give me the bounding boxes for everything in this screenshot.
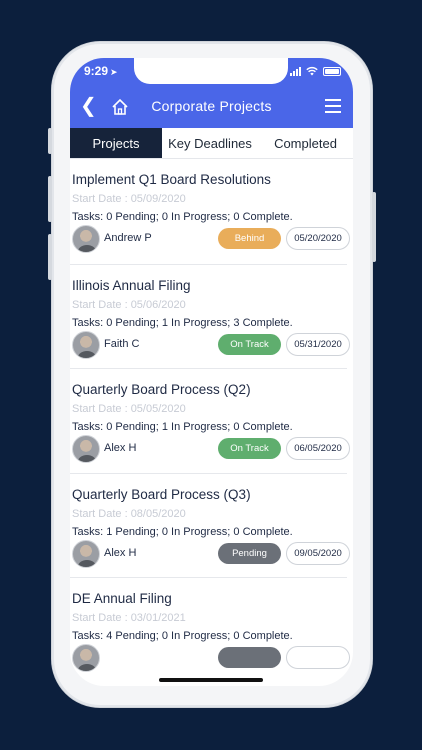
project-card[interactable]: Illinois Annual Filing Start Date : 05/0…	[70, 263, 350, 369]
due-date: 06/05/2020	[286, 437, 350, 460]
project-title: Quarterly Board Process (Q3)	[72, 486, 251, 502]
project-list: Implement Q1 Board Resolutions Start Dat…	[70, 159, 353, 682]
due-date	[286, 646, 350, 669]
due-date: 05/20/2020	[286, 227, 350, 250]
project-start-date: Start Date : 03/01/2021	[72, 612, 186, 624]
wifi-icon	[306, 66, 318, 76]
avatar	[72, 330, 100, 359]
project-meta: Alex H Pending 09/05/2020	[72, 539, 350, 568]
owner-name: Alex H	[104, 546, 137, 559]
status-badge	[218, 647, 281, 668]
project-tasks: Tasks: 4 Pending; 0 In Progress; 0 Compl…	[72, 630, 293, 642]
project-title: Implement Q1 Board Resolutions	[72, 172, 271, 187]
time-text: 9:29	[84, 64, 109, 78]
project-start-date: Start Date : 08/05/2020	[72, 507, 186, 520]
battery-icon	[323, 67, 341, 76]
owner-name: Andrew P	[104, 232, 152, 244]
due-date: 09/05/2020	[286, 541, 350, 565]
tab-key-deadlines[interactable]: Key Deadlines	[162, 128, 258, 158]
project-tasks: Tasks: 0 Pending; 1 In Progress; 0 Compl…	[72, 421, 293, 433]
screen: 9:29 ➤ ❮ Corporate Projects Projects Key …	[70, 58, 353, 686]
project-card[interactable]: DE Annual Filing Start Date : 03/01/2021…	[70, 577, 350, 682]
power-button	[372, 192, 376, 262]
notch	[134, 58, 288, 84]
status-badge: Behind	[218, 228, 281, 249]
project-tasks: Tasks: 1 Pending; 0 In Progress; 0 Compl…	[72, 525, 293, 538]
project-card[interactable]: Implement Q1 Board Resolutions Start Dat…	[70, 159, 353, 264]
project-meta	[72, 644, 350, 672]
status-badge: Pending	[218, 542, 281, 564]
page-title: Corporate Projects	[151, 98, 272, 114]
home-indicator[interactable]	[159, 678, 263, 682]
project-start-date: Start Date : 05/06/2020	[72, 298, 186, 311]
volume-down-button	[48, 234, 52, 280]
cellular-signal-icon	[290, 66, 301, 76]
tab-bar: Projects Key Deadlines Completed	[70, 128, 353, 159]
project-start-date: Start Date : 05/09/2020	[72, 193, 186, 205]
app-bar: ❮ Corporate Projects	[70, 86, 353, 128]
project-start-date: Start Date : 05/05/2020	[72, 403, 186, 415]
mute-switch	[48, 128, 52, 154]
project-meta: Alex H On Track 06/05/2020	[72, 435, 350, 463]
tab-completed[interactable]: Completed	[258, 128, 353, 158]
project-title: Illinois Annual Filing	[72, 277, 191, 293]
volume-up-button	[48, 176, 52, 222]
avatar	[72, 644, 100, 672]
status-bar: 9:29 ➤	[70, 58, 353, 86]
project-title: DE Annual Filing	[72, 591, 172, 606]
tab-projects[interactable]: Projects	[70, 128, 162, 158]
project-card[interactable]: Quarterly Board Process (Q2) Start Date …	[70, 368, 350, 473]
project-card[interactable]: Quarterly Board Process (Q3) Start Date …	[70, 472, 350, 578]
avatar	[72, 435, 100, 463]
owner-name: Faith C	[104, 337, 140, 350]
project-tasks: Tasks: 0 Pending; 1 In Progress; 3 Compl…	[72, 316, 293, 329]
project-meta: Faith C On Track 05/31/2020	[72, 330, 350, 359]
location-icon: ➤	[110, 67, 118, 77]
status-icons	[290, 66, 341, 76]
avatar	[72, 539, 100, 568]
owner-name: Alex H	[104, 442, 137, 454]
status-badge: On Track	[218, 438, 281, 459]
status-time: 9:29 ➤	[84, 64, 118, 78]
project-tasks: Tasks: 0 Pending; 0 In Progress; 0 Compl…	[72, 211, 293, 223]
project-title: Quarterly Board Process (Q2)	[72, 382, 251, 397]
avatar	[72, 225, 100, 253]
menu-icon[interactable]	[325, 99, 341, 113]
due-date: 05/31/2020	[286, 332, 350, 356]
project-meta: Andrew P Behind 05/20/2020	[72, 225, 350, 253]
status-badge: On Track	[218, 333, 281, 355]
